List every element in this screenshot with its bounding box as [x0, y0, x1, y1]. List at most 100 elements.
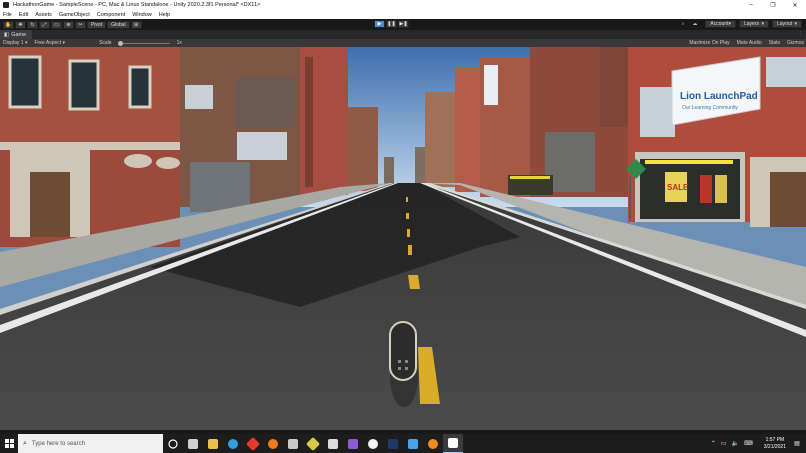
- pause-button[interactable]: ❚❚: [386, 20, 397, 28]
- mute-audio-toggle[interactable]: Mute Audio: [737, 40, 762, 46]
- menu-assets[interactable]: Assets: [35, 12, 52, 18]
- step-button[interactable]: ▶❚: [398, 20, 409, 28]
- maximize-button[interactable]: ❐: [762, 0, 784, 10]
- grid-snap-icon[interactable]: ⊞: [130, 20, 142, 29]
- billboard-subtitle: Our Learning Community: [682, 105, 738, 111]
- maximize-on-play-toggle[interactable]: Maximize On Play: [689, 40, 729, 46]
- chevron-down-icon: ▾: [728, 21, 731, 27]
- photos-icon: [408, 438, 418, 449]
- layout-dropdown[interactable]: Layout ▾: [772, 20, 802, 28]
- menu-component[interactable]: Component: [97, 12, 125, 18]
- windows-logo-icon: [4, 439, 14, 448]
- firefox-icon: [268, 438, 278, 449]
- task-view-button[interactable]: [183, 434, 203, 453]
- menu-file[interactable]: File: [3, 12, 12, 18]
- notepad-icon: [288, 438, 298, 449]
- close-button[interactable]: ✕: [784, 0, 806, 10]
- unity-editor-button[interactable]: [443, 434, 463, 453]
- clock[interactable]: 1:57 PM 3/21/2021: [764, 437, 786, 451]
- minimize-button[interactable]: –: [740, 0, 762, 10]
- pivot-label: Pivot: [91, 21, 103, 28]
- volume-icon[interactable]: 🔈: [732, 440, 739, 447]
- main-toolbar: ✋ ✥ ↻ ⤢ ▭ ⊕ ✂ Pivot Global ⊞ ▶ ❚❚ ▶❚ ⌕ ☁…: [0, 19, 806, 30]
- blender-icon: [428, 438, 438, 449]
- rect-tool-icon[interactable]: ▭: [51, 20, 62, 29]
- yellow-app-button[interactable]: [303, 434, 323, 453]
- game-view-options: Display 1 ▾ Free Aspect ▾ Scale 1x Maxim…: [0, 39, 806, 47]
- cortana-icon[interactable]: [163, 434, 183, 453]
- move-tool-icon[interactable]: ✥: [15, 20, 26, 29]
- unity-hub-icon: [328, 438, 338, 449]
- photoshop-button[interactable]: [383, 434, 403, 453]
- gizmos-dropdown[interactable]: Gizmos: [787, 40, 804, 46]
- scale-slider[interactable]: [117, 40, 170, 46]
- chevron-up-icon[interactable]: ⌃: [711, 440, 716, 447]
- unity-logo-icon: [3, 2, 9, 8]
- edge-icon: [228, 438, 238, 449]
- taskbar-search[interactable]: ⌕ Type here to search: [18, 434, 163, 453]
- global-label: Global: [111, 21, 126, 28]
- scale-tool-icon[interactable]: ⤢: [39, 20, 50, 29]
- yellow-app-icon: [305, 436, 321, 451]
- display-dropdown[interactable]: Display 1 ▾: [3, 40, 27, 46]
- photoshop-icon: [388, 438, 398, 449]
- window-title-bar[interactable]: HackathonGame - SampleScene - PC, Mac & …: [0, 0, 806, 10]
- cloud-icon[interactable]: ☁: [690, 20, 699, 28]
- kebab-menu-icon[interactable]: ⋮: [798, 31, 803, 37]
- clock-time: 1:57 PM: [765, 436, 785, 443]
- search-icon[interactable]: ⌕: [678, 20, 687, 28]
- unity-button[interactable]: [363, 434, 383, 453]
- play-controls: ▶ ❚❚ ▶❚: [374, 20, 410, 28]
- distant-building: [384, 157, 394, 187]
- hand-tool-icon[interactable]: ✋: [3, 20, 14, 29]
- tab-game[interactable]: ◧ Game: [0, 30, 33, 39]
- layers-dropdown[interactable]: Layers ▾: [739, 20, 769, 28]
- menu-window[interactable]: Window: [132, 12, 152, 18]
- rotate-tool-icon[interactable]: ↻: [27, 20, 38, 29]
- layout-label: Layout: [777, 21, 793, 27]
- circle-icon: [168, 438, 178, 449]
- red-app-button[interactable]: [243, 434, 263, 453]
- blender-button[interactable]: [423, 434, 443, 453]
- scale-slider-thumb[interactable]: [117, 40, 123, 46]
- transform-tool-icon[interactable]: ⊕: [63, 20, 74, 29]
- file-explorer-button[interactable]: [203, 434, 223, 453]
- display-label: Display 1: [3, 40, 24, 46]
- layers-label: Layers: [744, 21, 760, 27]
- skateboard: [389, 321, 418, 407]
- sale-sign: SALE: [667, 183, 689, 192]
- unity-icon: [368, 438, 378, 449]
- account-dropdown[interactable]: Account ▾: [705, 20, 736, 28]
- visual-studio-button[interactable]: [343, 434, 363, 453]
- tab-game-label: Game: [11, 31, 27, 38]
- notepad-button[interactable]: [283, 434, 303, 453]
- game-viewport[interactable]: Lion LaunchPad Our Learning Community SA…: [0, 47, 806, 430]
- menu-gameobject[interactable]: GameObject: [59, 12, 90, 18]
- play-button[interactable]: ▶: [374, 20, 385, 28]
- gamepad-icon: ◧: [4, 31, 10, 38]
- custom-tool-icon[interactable]: ✂: [75, 20, 86, 29]
- red-app-icon: [245, 436, 261, 451]
- photos-button[interactable]: [403, 434, 423, 453]
- chevron-down-icon: ▾: [794, 21, 797, 27]
- edge-button[interactable]: [223, 434, 243, 453]
- window-title: HackathonGame - SampleScene - PC, Mac & …: [13, 2, 261, 8]
- aspect-dropdown[interactable]: Free Aspect ▾: [34, 40, 65, 46]
- notification-icon[interactable]: ▤: [792, 439, 802, 449]
- aspect-label: Free Aspect: [34, 40, 62, 46]
- account-label: Account: [710, 21, 729, 27]
- global-toggle[interactable]: Global: [107, 20, 130, 29]
- menu-bar: File Edit Assets GameObject Component Wi…: [0, 10, 806, 19]
- network-icon[interactable]: ▭: [721, 440, 727, 447]
- menu-help[interactable]: Help: [159, 12, 170, 18]
- unity-hub-button[interactable]: [323, 434, 343, 453]
- pivot-toggle[interactable]: Pivot: [87, 20, 107, 29]
- stats-toggle[interactable]: Stats: [769, 40, 780, 46]
- scale-label: Scale: [99, 40, 112, 46]
- start-button[interactable]: [0, 434, 18, 453]
- keyboard-icon[interactable]: ⌨: [744, 440, 753, 447]
- menu-edit[interactable]: Edit: [19, 12, 28, 18]
- firefox-button[interactable]: [263, 434, 283, 453]
- toolbar-right: ⌕ ☁ Account ▾ Layers ▾ Layout ▾: [678, 20, 802, 28]
- clock-date: 3/21/2021: [763, 443, 786, 450]
